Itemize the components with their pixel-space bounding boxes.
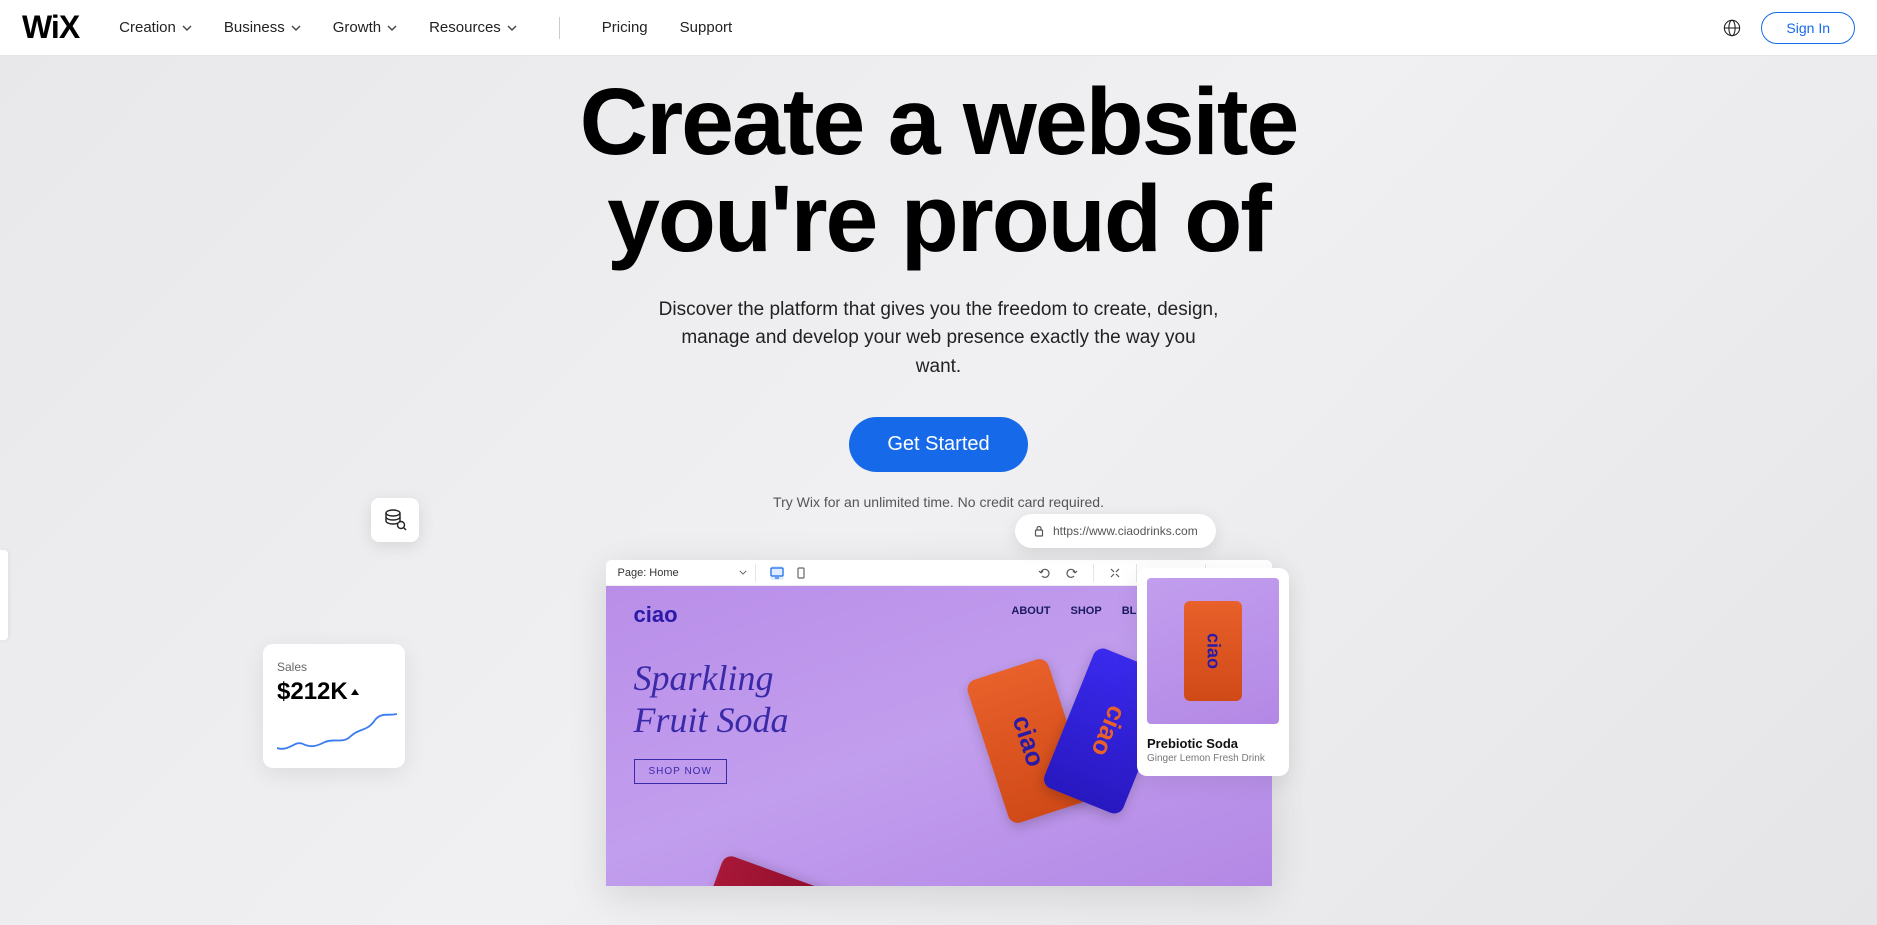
database-chip[interactable] — [371, 498, 419, 542]
hero-disclaimer: Try Wix for an unlimited time. No credit… — [0, 494, 1877, 510]
nav-support[interactable]: Support — [680, 19, 733, 36]
hero-title-line2: you're proud of — [607, 166, 1270, 272]
language-globe-icon[interactable] — [1723, 19, 1741, 37]
toolbar-separator — [1093, 564, 1094, 582]
nav-label: Growth — [333, 19, 381, 36]
nav-pricing[interactable]: Pricing — [602, 19, 648, 36]
sales-value-text: $212K — [277, 678, 348, 706]
nav-resources[interactable]: Resources — [429, 19, 517, 36]
sales-sparkline — [277, 710, 397, 758]
chevron-down-icon — [182, 25, 192, 31]
product-card-can: ciao — [1184, 601, 1242, 701]
header-right: Sign In — [1723, 12, 1855, 44]
chevron-down-icon — [507, 25, 517, 31]
nav-business[interactable]: Business — [224, 19, 301, 36]
product-card[interactable]: ciao Prebiotic Soda Ginger Lemon Fresh D… — [1137, 568, 1289, 776]
nav-label: Pricing — [602, 19, 648, 36]
product-image: ciao — [1147, 578, 1279, 724]
product-can-red: ciao — [699, 854, 847, 886]
database-icon — [383, 509, 407, 531]
chevron-down-icon — [739, 570, 747, 575]
nav-label: Creation — [119, 19, 176, 36]
redo-icon[interactable] — [1065, 566, 1079, 580]
site-nav-shop[interactable]: SHOP — [1071, 605, 1102, 617]
site-nav-about[interactable]: ABOUT — [1011, 605, 1050, 617]
hero-title-line1: Create a website — [580, 69, 1298, 175]
site-title-line2: Fruit Soda — [634, 700, 789, 740]
hero-section: Create a website you're proud of Discove… — [0, 56, 1877, 510]
url-preview-pill: https://www.ciaodrinks.com — [1015, 514, 1216, 548]
product-subtitle: Ginger Lemon Fresh Drink — [1147, 753, 1279, 764]
sales-card: Sales $212K — [263, 644, 405, 768]
nav-growth[interactable]: Growth — [333, 19, 397, 36]
nav-divider — [559, 17, 560, 39]
site-brand-logo[interactable]: ciao — [634, 602, 678, 628]
sales-value: $212K — [277, 678, 391, 706]
feedback-tab[interactable] — [0, 550, 8, 640]
nav-label: Support — [680, 19, 733, 36]
undo-icon[interactable] — [1037, 566, 1051, 580]
desktop-view-icon[interactable] — [770, 566, 784, 580]
url-text: https://www.ciaodrinks.com — [1053, 524, 1198, 538]
device-switcher — [770, 566, 808, 580]
top-nav: WiX Creation Business Growth Resources P… — [0, 0, 1877, 56]
toolbar-separator — [755, 564, 756, 582]
page-label: Page: Home — [618, 567, 679, 579]
sales-label: Sales — [277, 660, 391, 674]
nav-label: Business — [224, 19, 285, 36]
hero-title: Create a website you're proud of — [0, 74, 1877, 268]
hero-subtitle: Discover the platform that gives you the… — [659, 296, 1219, 382]
chevron-down-icon — [387, 25, 397, 31]
signin-button[interactable]: Sign In — [1761, 12, 1855, 44]
zoom-icon[interactable] — [1108, 566, 1122, 580]
mobile-view-icon[interactable] — [794, 566, 808, 580]
trend-up-icon — [350, 688, 360, 696]
wix-logo[interactable]: WiX — [22, 9, 79, 46]
lock-icon — [1033, 525, 1045, 537]
product-title: Prebiotic Soda — [1147, 736, 1279, 751]
nav-creation[interactable]: Creation — [119, 19, 192, 36]
nav-label: Resources — [429, 19, 501, 36]
shop-now-button[interactable]: SHOP NOW — [634, 759, 727, 784]
site-title-line1: Sparkling — [634, 658, 774, 698]
page-selector[interactable]: Page: Home — [618, 567, 747, 579]
primary-nav: Creation Business Growth Resources Prici… — [119, 17, 732, 39]
chevron-down-icon — [291, 25, 301, 31]
get-started-button[interactable]: Get Started — [849, 417, 1027, 472]
